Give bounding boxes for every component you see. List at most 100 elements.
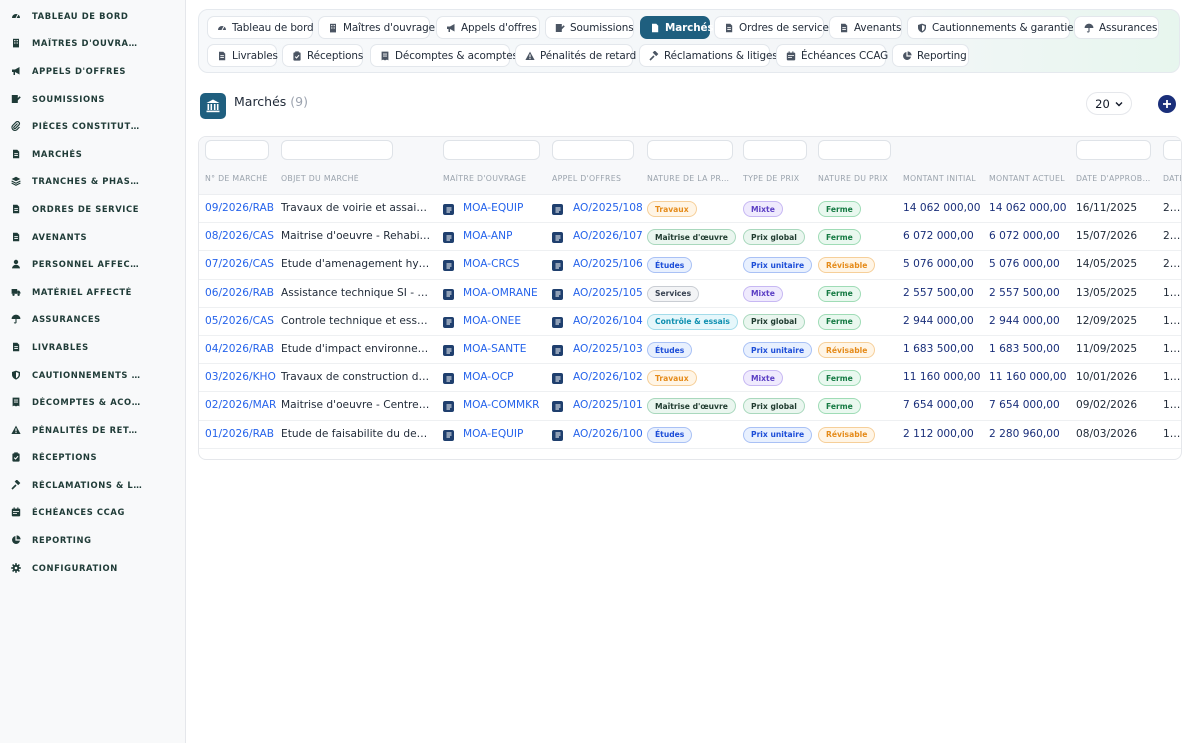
sidebar-item-appels-d-offres[interactable]: APPELS D'OFFRES [0, 57, 185, 85]
moa-link[interactable]: MOA-ONEE [463, 315, 521, 327]
tab-appels-d-offres[interactable]: Appels d'offres [436, 16, 540, 39]
column-header-appel-d-offres[interactable]: APPEL D'OFFRES [552, 174, 621, 183]
tab-penalites-de-retard[interactable]: Pénalités de retard [515, 44, 636, 67]
sidebar-item-receptions[interactable]: RÉCEPTIONS [0, 444, 185, 472]
column-filter-input[interactable] [552, 140, 634, 160]
sidebar-item-marches[interactable]: MARCHÉS [0, 140, 185, 168]
tab-reclamations-litiges[interactable]: Réclamations & litiges [639, 44, 778, 67]
ao-link[interactable]: AO/2026/107 [573, 230, 643, 242]
moa-link[interactable]: MOA-EQUIP [463, 202, 523, 214]
marche-number-link[interactable]: 07/2026/CAS [205, 258, 274, 270]
column-filter-input[interactable] [443, 140, 540, 160]
ao-document-icon [552, 401, 563, 413]
marche-number-link[interactable]: 04/2026/RAB [205, 343, 274, 355]
column-header-date-d-approbation[interactable]: DATE D'APPROBATION [1076, 174, 1154, 183]
column-header-nature-de-la-prestation[interactable]: NATURE DE LA PRESTATION [647, 174, 733, 183]
column-filter-input[interactable] [205, 140, 269, 160]
table-row[interactable]: 07/2026/CAS Etude d'amenagement hydro-agr… [199, 251, 1181, 280]
tab-label: Réclamations & litiges [664, 49, 778, 62]
add-marche-button[interactable] [1158, 95, 1176, 113]
sidebar-item-livrables[interactable]: LIVRABLES [0, 333, 185, 361]
sidebar-item-cautionnements-garanties[interactable]: CAUTIONNEMENTS & GARANTIES [0, 361, 185, 389]
column-filter-input[interactable] [818, 140, 891, 160]
sidebar-item-echeances-ccag[interactable]: ÉCHÉANCES CCAG [0, 499, 185, 527]
table-row[interactable]: 09/2026/RAB Travaux de voirie et assainis… [199, 195, 1181, 224]
sidebar-item-tranches-phases[interactable]: TRANCHES & PHASES [0, 168, 185, 196]
sidebar-item-soumissions[interactable]: SOUMISSIONS [0, 85, 185, 113]
sidebar-item-tableau-de-bord[interactable]: TABLEAU DE BORD [0, 2, 185, 30]
ao-link[interactable]: AO/2026/102 [573, 371, 643, 383]
moa-link[interactable]: MOA-ANP [463, 230, 512, 242]
moa-link[interactable]: MOA-CRCS [463, 258, 519, 270]
tab-receptions[interactable]: Réceptions [282, 44, 363, 67]
tab-echeances-ccag[interactable]: Échéances CCAG [776, 44, 888, 67]
page-size-select[interactable]: 20 [1086, 92, 1132, 115]
ao-link[interactable]: AO/2025/105 [573, 287, 643, 299]
column-filter-input[interactable] [647, 140, 733, 160]
moa-link[interactable]: MOA-OCP [463, 371, 514, 383]
column-header-maitre-d-ouvrage[interactable]: MAÎTRE D'OUVRAGE [443, 174, 526, 183]
column-header-n-de-marche[interactable]: N° DE MARCHÉ [205, 174, 268, 183]
moa-link[interactable]: MOA-SANTE [463, 343, 526, 355]
column-header-montant-initial[interactable]: MONTANT INITIAL [903, 174, 976, 183]
table-row[interactable]: 05/2026/CAS Controle technique et essais … [199, 308, 1181, 336]
marche-number-link[interactable]: 02/2026/MAR [205, 399, 276, 411]
sidebar-item-maitres-d-ouvrage[interactable]: MAÎTRES D'OUVRAGE [0, 30, 185, 58]
table-row[interactable]: 02/2026/MAR Maitrise d'oeuvre - Centre ho… [199, 392, 1181, 421]
marche-number-link[interactable]: 03/2026/KHO [205, 371, 276, 383]
moa-link[interactable]: MOA-OMRANE [463, 287, 538, 299]
tab-marches[interactable]: Marchés [640, 16, 714, 39]
column-filter-input[interactable] [743, 140, 807, 160]
tab-ordres-de-service[interactable]: Ordres de service [714, 16, 829, 39]
type-prix-badge: Prix global [743, 313, 805, 330]
sidebar-item-decomptes-acomptes[interactable]: DÉCOMPTES & ACOMPTES [0, 388, 185, 416]
ao-link[interactable]: AO/2026/100 [573, 428, 643, 440]
sidebar-item-pieces-constitutives[interactable]: PIÈCES CONSTITUTIVES [0, 112, 185, 140]
column-filter-input[interactable] [1163, 140, 1181, 160]
table-row[interactable]: 06/2026/RAB Assistance technique SI - Dig… [199, 280, 1181, 308]
marche-number-link[interactable]: 06/2026/RAB [205, 287, 274, 299]
marche-number-link[interactable]: 09/2026/RAB [205, 202, 274, 214]
table-row[interactable]: 03/2026/KHO Travaux de construction d'un … [199, 364, 1181, 393]
tab-avenants[interactable]: Avenants [829, 16, 902, 39]
tab-livrables[interactable]: Livrables [207, 44, 278, 67]
marche-number-link[interactable]: 05/2026/CAS [205, 315, 274, 327]
column-filter-input[interactable] [1076, 140, 1151, 160]
date-approbation: 11/09/2025 [1076, 343, 1138, 355]
moa-link[interactable]: MOA-COMMKR [463, 399, 539, 411]
column-header-type-de-prix[interactable]: TYPE DE PRIX [743, 174, 799, 183]
table-row[interactable]: 01/2026/RAB Etude de faisabilite du dedou… [199, 421, 1181, 449]
ao-link[interactable]: AO/2026/104 [573, 315, 643, 327]
ao-link[interactable]: AO/2025/108 [573, 202, 643, 214]
sidebar-item-label: CONFIGURATION [32, 562, 118, 573]
sidebar-item-configuration[interactable]: CONFIGURATION [0, 554, 185, 582]
tab-cautionnements-garanties[interactable]: Cautionnements & garanties [907, 16, 1079, 39]
column-header-date[interactable]: DATE [1163, 174, 1181, 183]
ao-link[interactable]: AO/2025/101 [573, 399, 643, 411]
tab-decomptes-acomptes[interactable]: Décomptes & acomptes [370, 44, 518, 67]
tab-reporting[interactable]: Reporting [892, 44, 969, 67]
table-row[interactable]: 04/2026/RAB Etude d'impact environnementa… [199, 336, 1181, 365]
marche-number-link[interactable]: 01/2026/RAB [205, 428, 274, 440]
tab-soumissions[interactable]: Soumissions [545, 16, 634, 39]
column-header-objet-du-marche[interactable]: OBJET DU MARCHÉ [281, 174, 359, 183]
sidebar-item-avenants[interactable]: AVENANTS [0, 223, 185, 251]
column-header-montant-actuel[interactable]: MONTANT ACTUEL [989, 174, 1065, 183]
ao-link[interactable]: AO/2025/103 [573, 343, 643, 355]
column-filter-input[interactable] [281, 140, 393, 160]
table-row[interactable]: 08/2026/CAS Maitrise d'oeuvre - Rehabilit… [199, 223, 1181, 252]
sidebar-item-personnel-affecte[interactable]: PERSONNEL AFFECTÉ [0, 250, 185, 278]
sidebar-item-penalites-de-retard[interactable]: PÉNALITÉS DE RETARD [0, 416, 185, 444]
column-header-nature-du-prix[interactable]: NATURE DU PRIX [818, 174, 888, 183]
sidebar-item-reclamations-litiges[interactable]: RÉCLAMATIONS & LITIGES [0, 471, 185, 499]
moa-link[interactable]: MOA-EQUIP [463, 428, 523, 440]
tab-assurances[interactable]: Assurances [1074, 16, 1159, 39]
ao-link[interactable]: AO/2025/106 [573, 258, 643, 270]
tab-maitres-d-ouvrage[interactable]: Maîtres d'ouvrage [318, 16, 435, 39]
sidebar-item-ordres-de-service[interactable]: ORDRES DE SERVICE [0, 195, 185, 223]
sidebar-item-materiel-affecte[interactable]: MATÉRIEL AFFECTÉ [0, 278, 185, 306]
sidebar-item-reporting[interactable]: REPORTING [0, 526, 185, 554]
tab-tableau-de-bord[interactable]: Tableau de bord [207, 16, 314, 39]
marche-number-link[interactable]: 08/2026/CAS [205, 230, 274, 242]
sidebar-item-assurances[interactable]: ASSURANCES [0, 306, 185, 334]
